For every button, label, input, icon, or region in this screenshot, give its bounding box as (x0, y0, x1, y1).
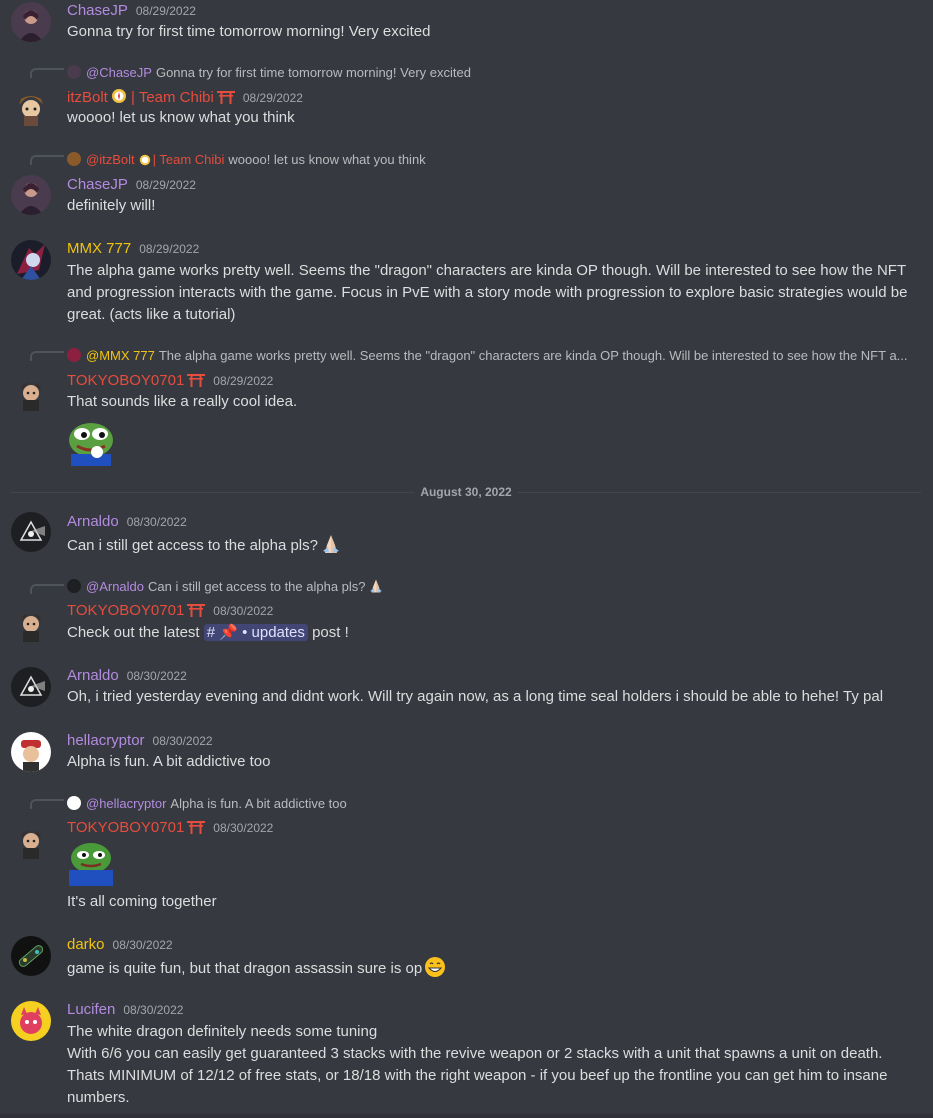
mini-avatar (67, 348, 81, 362)
timestamp: 08/30/2022 (126, 515, 187, 529)
username[interactable]: MMX 777 (67, 240, 131, 257)
username[interactable]: Lucifen (67, 1001, 115, 1018)
message-text: Can i still get access to the alpha pls? (67, 533, 917, 557)
reply-text: The alpha game works pretty well. Seems … (158, 348, 908, 363)
reply-username[interactable]: @Arnaldo (86, 579, 144, 594)
message-text: Oh, i tried yesterday evening and didnt … (67, 688, 884, 705)
message-text: woooo! let us know what you think (67, 109, 295, 126)
username-suffix: | Team Chibi (131, 89, 214, 106)
username[interactable]: TOKYOBOY0701 (67, 372, 184, 389)
username[interactable]: Arnaldo (67, 667, 119, 684)
torii-gate-icon (187, 373, 206, 391)
avatar[interactable] (11, 2, 51, 42)
pepe-sticker[interactable] (67, 838, 115, 886)
timestamp: 08/29/2022 (139, 242, 200, 256)
mini-avatar (67, 579, 81, 593)
reply-preview[interactable]: @MMX 777 The alpha game works pretty well… (67, 348, 917, 363)
scroll-bottom-edge (0, 1114, 933, 1118)
torii-gate-icon (216, 90, 235, 108)
reply-username[interactable]: @itzBolt (86, 152, 135, 167)
username[interactable]: ChaseJP (67, 176, 128, 193)
timestamp: 08/30/2022 (213, 604, 274, 618)
message-text: definitely will! (67, 197, 156, 214)
timestamp: 08/30/2022 (112, 938, 173, 952)
reply-connector (30, 351, 64, 361)
mini-avatar (67, 152, 81, 166)
message-text: It's all coming together (67, 893, 217, 910)
avatar[interactable] (11, 821, 51, 861)
reply-preview[interactable]: @hellacryptor Alpha is fun. A bit addicti… (67, 796, 917, 811)
avatar[interactable] (11, 1001, 51, 1041)
avatar[interactable] (11, 373, 51, 413)
reply-username[interactable]: @ChaseJP (86, 65, 152, 80)
reply-text: Alpha is fun. A bit addictive too (170, 796, 347, 811)
message-text: Alpha is fun. A bit addictive too (67, 753, 271, 770)
avatar[interactable] (11, 240, 51, 280)
avatar[interactable] (11, 604, 51, 644)
message-text: The white dragon definitely needs some t… (67, 1023, 888, 1106)
folded-hands-icon (320, 533, 342, 555)
avatar[interactable] (11, 936, 51, 976)
message-text-content: game is quite fun, but that dragon assas… (67, 960, 423, 977)
compass-badge-icon (111, 88, 127, 108)
message-text-before: Check out the latest (67, 624, 200, 641)
grinning-face-icon (424, 956, 446, 978)
message-text-content: Can i still get access to the alpha pls? (67, 537, 318, 554)
reply-preview[interactable]: @itzBolt | Team Chibi woooo! let us know w… (67, 152, 917, 169)
reply-username[interactable]: @hellacryptor (86, 796, 166, 811)
timestamp: 08/29/2022 (135, 4, 196, 18)
username[interactable]: darko (67, 936, 105, 953)
timestamp: 08/30/2022 (126, 669, 187, 683)
reply-connector (30, 68, 64, 78)
message-text: game is quite fun, but that dragon assas… (67, 956, 917, 980)
reply-username-suffix: | Team Chibi (152, 152, 225, 167)
timestamp: 08/29/2022 (242, 91, 303, 105)
folded-hands-icon (368, 578, 384, 594)
reply-preview[interactable]: @Arnaldo Can i still get access to the al… (67, 578, 917, 594)
username[interactable]: hellacryptor (67, 732, 145, 749)
timestamp: 08/29/2022 (135, 178, 196, 192)
message-text-after: post ! (312, 624, 349, 641)
avatar[interactable] (11, 175, 51, 215)
torii-gate-icon (187, 603, 206, 621)
reply-text: Can i still get access to the alpha pls? (148, 579, 366, 594)
compass-badge-icon (139, 154, 151, 169)
mini-avatar (67, 796, 81, 810)
message-text: Check out the latest # 📌 • updates post … (67, 622, 917, 644)
timestamp: 08/30/2022 (123, 1003, 184, 1017)
message-text: That sounds like a really cool idea. (67, 393, 298, 410)
timestamp: 08/29/2022 (213, 374, 274, 388)
timestamp: 08/30/2022 (152, 734, 213, 748)
avatar[interactable] (11, 512, 51, 552)
username[interactable]: ChaseJP (67, 2, 128, 19)
date-divider: August 30, 2022 (11, 485, 921, 499)
username[interactable]: TOKYOBOY0701 (67, 602, 184, 619)
username[interactable]: Arnaldo (67, 513, 119, 530)
reply-preview[interactable]: @ChaseJP Gonna try for first time tomorro… (67, 65, 917, 80)
timestamp: 08/30/2022 (213, 821, 274, 835)
avatar[interactable] (11, 732, 51, 772)
avatar[interactable] (11, 89, 51, 129)
avatar[interactable] (11, 667, 51, 707)
username[interactable]: itzBolt (67, 89, 108, 106)
channel-mention[interactable]: # 📌 • updates (203, 624, 308, 641)
reply-connector (30, 799, 64, 809)
reply-connector (30, 155, 64, 165)
reply-username[interactable]: @MMX 777 (86, 348, 155, 363)
message-text: Gonna try for first time tomorrow mornin… (67, 23, 431, 40)
reply-text: Gonna try for first time tomorrow mornin… (155, 65, 471, 80)
torii-gate-icon (187, 820, 206, 838)
date-divider-label: August 30, 2022 (414, 485, 518, 499)
reply-text: woooo! let us know what you think (228, 152, 426, 167)
message-text: The alpha game works pretty well. Seems … (67, 262, 908, 323)
pepe-sticker[interactable] (67, 418, 115, 466)
reply-connector (30, 584, 64, 594)
username[interactable]: TOKYOBOY0701 (67, 819, 184, 836)
mini-avatar (67, 65, 81, 79)
